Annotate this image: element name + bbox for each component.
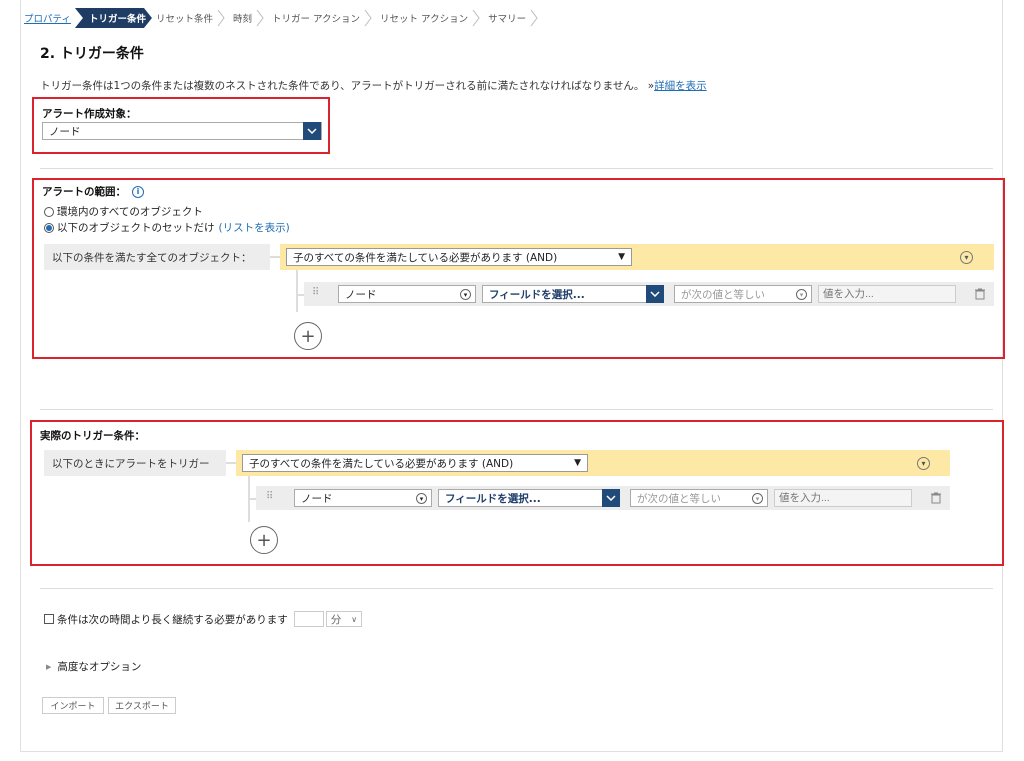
triangle-right-icon: ▶: [46, 662, 52, 671]
chevron-down-icon: [602, 489, 620, 507]
breadcrumb-reset-conditions[interactable]: リセット条件: [152, 8, 229, 28]
caret-down-icon: ▼: [618, 252, 625, 262]
trigger-operator-value: が次の値と等しい: [637, 492, 721, 505]
connector-line: [226, 462, 236, 464]
info-icon[interactable]: i: [132, 185, 144, 198]
caret-down-icon: ▼: [574, 458, 581, 468]
scope-condition-label: 以下の条件を満たす全てのオブジェクト：: [44, 244, 270, 270]
chevron-down-circle-icon: ▾: [460, 289, 471, 300]
chevron-down-circle-icon: ▾: [752, 493, 763, 504]
trash-icon[interactable]: [930, 492, 942, 504]
tree-line: [296, 294, 304, 296]
trigger-field-value: フィールドを選択...: [445, 492, 541, 505]
advanced-options-toggle[interactable]: ▶ 高度なオプション: [46, 659, 141, 674]
duration-unit-value: 分: [330, 613, 342, 626]
tree-line: [296, 270, 298, 312]
chevron-down-circle-icon: ▾: [796, 289, 807, 300]
breadcrumb-trigger-conditions[interactable]: トリガー条件: [75, 8, 152, 28]
chevron-right-icon: [364, 8, 372, 28]
scope-option-subset[interactable]: 以下のオブジェクトのセットだけ (リストを表示): [44, 220, 290, 235]
trigger-field-select[interactable]: フィールドを選択...: [438, 489, 620, 507]
scope-value-input[interactable]: [818, 285, 956, 303]
duration-unit-select[interactable]: 分 ∨: [325, 611, 363, 627]
chevron-right-icon: [472, 8, 480, 28]
page-description: トリガー条件は1つの条件または複数のネストされた条件であり、アラートがトリガーさ…: [40, 78, 707, 93]
scope-option-subset-label: 以下のオブジェクトのセットだけ: [57, 222, 215, 234]
trigger-and-select-value: 子のすべての条件を満たしている必要があります (AND): [249, 457, 514, 470]
description-text: トリガー条件は1つの条件または複数のネストされた条件であり、アラートがトリガーさ…: [40, 80, 645, 92]
chevron-down-icon: ∨: [351, 614, 358, 624]
scope-label: アラートの範囲：: [42, 186, 126, 198]
trigger-operator-select[interactable]: が次の値と等しい ▾: [630, 489, 768, 507]
radio-icon[interactable]: [44, 206, 54, 217]
trigger-and-select[interactable]: 子のすべての条件を満たしている必要があります (AND) ▼: [242, 454, 588, 472]
breadcrumb-time[interactable]: 時刻: [229, 8, 268, 28]
scope-option-all[interactable]: 環境内のすべてのオブジェクト: [44, 204, 203, 219]
chevron-right-icon: [530, 8, 538, 28]
duration-input[interactable]: [293, 611, 324, 627]
scope-field-select[interactable]: フィールドを選択...: [482, 285, 664, 303]
radio-selected-icon[interactable]: [44, 222, 54, 233]
trash-icon[interactable]: [974, 288, 986, 300]
scope-operator-value: が次の値と等しい: [681, 288, 765, 301]
chevron-right-icon: [256, 8, 264, 28]
target-select[interactable]: ノード: [42, 122, 322, 140]
scope-and-select[interactable]: 子のすべての条件を満たしている必要があります (AND) ▼: [286, 248, 632, 266]
divider: [40, 168, 993, 169]
export-button[interactable]: エクスポート: [108, 697, 176, 714]
import-button[interactable]: インポート: [42, 697, 104, 714]
trigger-label: 実際のトリガー条件：: [40, 430, 145, 442]
show-list-link[interactable]: (リストを表示): [219, 220, 290, 235]
chevron-down-icon: [303, 122, 321, 140]
collapse-chevron-icon[interactable]: ▾: [917, 457, 930, 470]
scope-operator-select[interactable]: が次の値と等しい ▾: [674, 285, 812, 303]
duration-checkbox[interactable]: [44, 614, 54, 624]
breadcrumb-reset-actions[interactable]: リセット アクション: [376, 8, 484, 28]
chevron-right-icon: [217, 8, 225, 28]
add-condition-plus-icon[interactable]: +: [294, 322, 322, 350]
breadcrumb: プロパティ トリガー条件 リセット条件 時刻 トリガー アクション リセット ア…: [20, 8, 542, 28]
scope-object-select[interactable]: ノード ▾: [338, 285, 476, 303]
trigger-condition-label: 以下のときにアラートをトリガー: [44, 450, 226, 476]
chevron-down-circle-icon: ▾: [416, 493, 427, 504]
divider: [40, 409, 993, 410]
advanced-options-label: 高度なオプション: [57, 661, 142, 673]
scope-option-all-label: 環境内のすべてのオブジェクト: [57, 206, 203, 218]
chevron-down-icon: [646, 285, 664, 303]
scope-and-select-value: 子のすべての条件を満たしている必要があります (AND): [293, 251, 558, 264]
collapse-chevron-icon[interactable]: ▾: [960, 251, 973, 264]
add-condition-plus-icon[interactable]: +: [250, 526, 278, 554]
trigger-object-value: ノード: [301, 492, 333, 505]
scope-object-value: ノード: [345, 288, 377, 301]
breadcrumb-properties[interactable]: プロパティ: [20, 8, 75, 28]
target-label: アラート作成対象：: [42, 108, 137, 120]
breadcrumb-summary[interactable]: サマリー: [484, 8, 542, 28]
scope-header: アラートの範囲： i: [42, 184, 144, 199]
scope-field-value: フィールドを選択...: [489, 288, 585, 301]
drag-handle-icon[interactable]: ⠿: [266, 491, 273, 502]
show-details-link[interactable]: 詳細を表示: [654, 80, 707, 92]
target-select-value: ノード: [49, 125, 81, 138]
drag-handle-icon[interactable]: ⠿: [312, 287, 319, 298]
duration-label: 条件は次の時間より長く継続する必要があります: [57, 613, 288, 626]
page-title: 2. トリガー条件: [40, 46, 144, 62]
breadcrumb-trigger-actions[interactable]: トリガー アクション: [268, 8, 376, 28]
trigger-value-input[interactable]: [774, 489, 912, 507]
tree-line: [248, 498, 256, 500]
divider: [40, 588, 993, 589]
trigger-object-select[interactable]: ノード ▾: [294, 489, 432, 507]
duration-row: 条件は次の時間より長く継続する必要があります 分 ∨: [44, 611, 363, 627]
connector-line: [270, 256, 280, 258]
